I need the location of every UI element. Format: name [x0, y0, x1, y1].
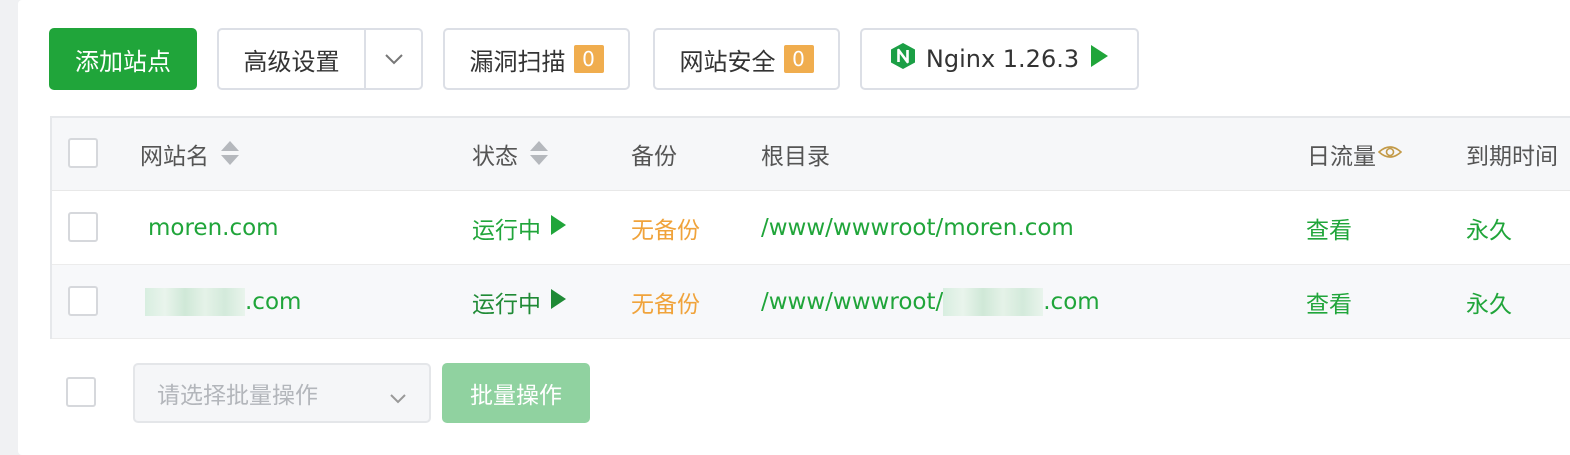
batch-select-placeholder: 请选择批量操作	[157, 383, 318, 409]
play-icon	[1089, 44, 1109, 74]
advanced-settings-label: 高级设置	[243, 47, 340, 76]
site-name-link[interactable]: .com	[145, 265, 301, 338]
site-panel: 添加站点 高级设置 漏洞扫描 0 网站安全 0 Nginx 1.26.3 网站名…	[18, 0, 1570, 455]
table-row: moren.com 运行中 无备份 /www/wwwroot/moren.com…	[52, 191, 1570, 265]
vuln-scan-button[interactable]: 漏洞扫描 0	[443, 28, 630, 90]
site-security-label: 网站安全	[679, 47, 776, 76]
traffic-view-link[interactable]: 查看	[1306, 191, 1352, 264]
nginx-button[interactable]: Nginx 1.26.3	[860, 28, 1139, 90]
eye-icon[interactable]	[1377, 141, 1403, 167]
backup-link[interactable]: 无备份	[631, 265, 700, 338]
nginx-version-label: Nginx 1.26.3	[925, 45, 1080, 73]
root-dir-link[interactable]: /www/wwwroot/ .com	[761, 265, 1100, 338]
row-checkbox[interactable]	[68, 285, 98, 316]
row-checkbox[interactable]	[68, 211, 98, 242]
expire-value[interactable]: 永久	[1466, 191, 1512, 264]
site-security-button[interactable]: 网站安全 0	[653, 28, 840, 90]
status-running[interactable]: 运行中	[472, 191, 567, 264]
header-backup: 备份	[631, 144, 677, 170]
advanced-settings-dropdown[interactable]: 高级设置	[217, 28, 423, 90]
site-table: 网站名 状态 备份 根目录 日流量 到期时间 moren.com 运行中 无备份…	[50, 116, 1570, 339]
header-expire: 到期时间	[1466, 144, 1558, 170]
redacted-blur	[145, 287, 245, 316]
batch-footer: 请选择批量操作 批量操作	[66, 363, 626, 423]
nginx-logo-icon	[890, 42, 916, 76]
batch-operation-button[interactable]: 批量操作	[442, 363, 590, 423]
status-running[interactable]: 运行中	[472, 265, 567, 338]
batch-operation-select[interactable]: 请选择批量操作	[133, 363, 431, 423]
vuln-count-badge: 0	[573, 45, 604, 73]
redacted-blur	[943, 287, 1044, 316]
site-name-link[interactable]: moren.com	[148, 191, 279, 264]
select-all-checkbox[interactable]	[68, 138, 98, 168]
batch-select-checkbox[interactable]	[66, 377, 96, 407]
chevron-down-icon	[389, 385, 407, 411]
chevron-down-icon[interactable]	[365, 30, 423, 88]
table-header: 网站名 状态 备份 根目录 日流量 到期时间	[52, 118, 1570, 191]
header-root-dir: 根目录	[761, 144, 830, 170]
header-site-name[interactable]: 网站名	[140, 118, 239, 190]
header-status[interactable]: 状态	[472, 118, 548, 190]
play-icon	[549, 288, 567, 316]
root-dir-link[interactable]: /www/wwwroot/moren.com	[761, 191, 1074, 264]
sort-icon[interactable]	[221, 141, 239, 167]
header-traffic: 日流量	[1307, 118, 1403, 190]
traffic-view-link[interactable]: 查看	[1306, 265, 1352, 338]
security-count-badge: 0	[783, 45, 814, 73]
add-site-button[interactable]: 添加站点	[49, 28, 197, 90]
play-icon	[549, 214, 567, 242]
table-row: .com 运行中 无备份 /www/wwwroot/ .com 查看 永久	[52, 265, 1570, 339]
add-site-label: 添加站点	[75, 47, 171, 76]
backup-link[interactable]: 无备份	[631, 191, 700, 264]
vuln-scan-label: 漏洞扫描	[469, 47, 566, 76]
expire-value[interactable]: 永久	[1466, 265, 1512, 338]
sort-icon[interactable]	[530, 141, 548, 167]
